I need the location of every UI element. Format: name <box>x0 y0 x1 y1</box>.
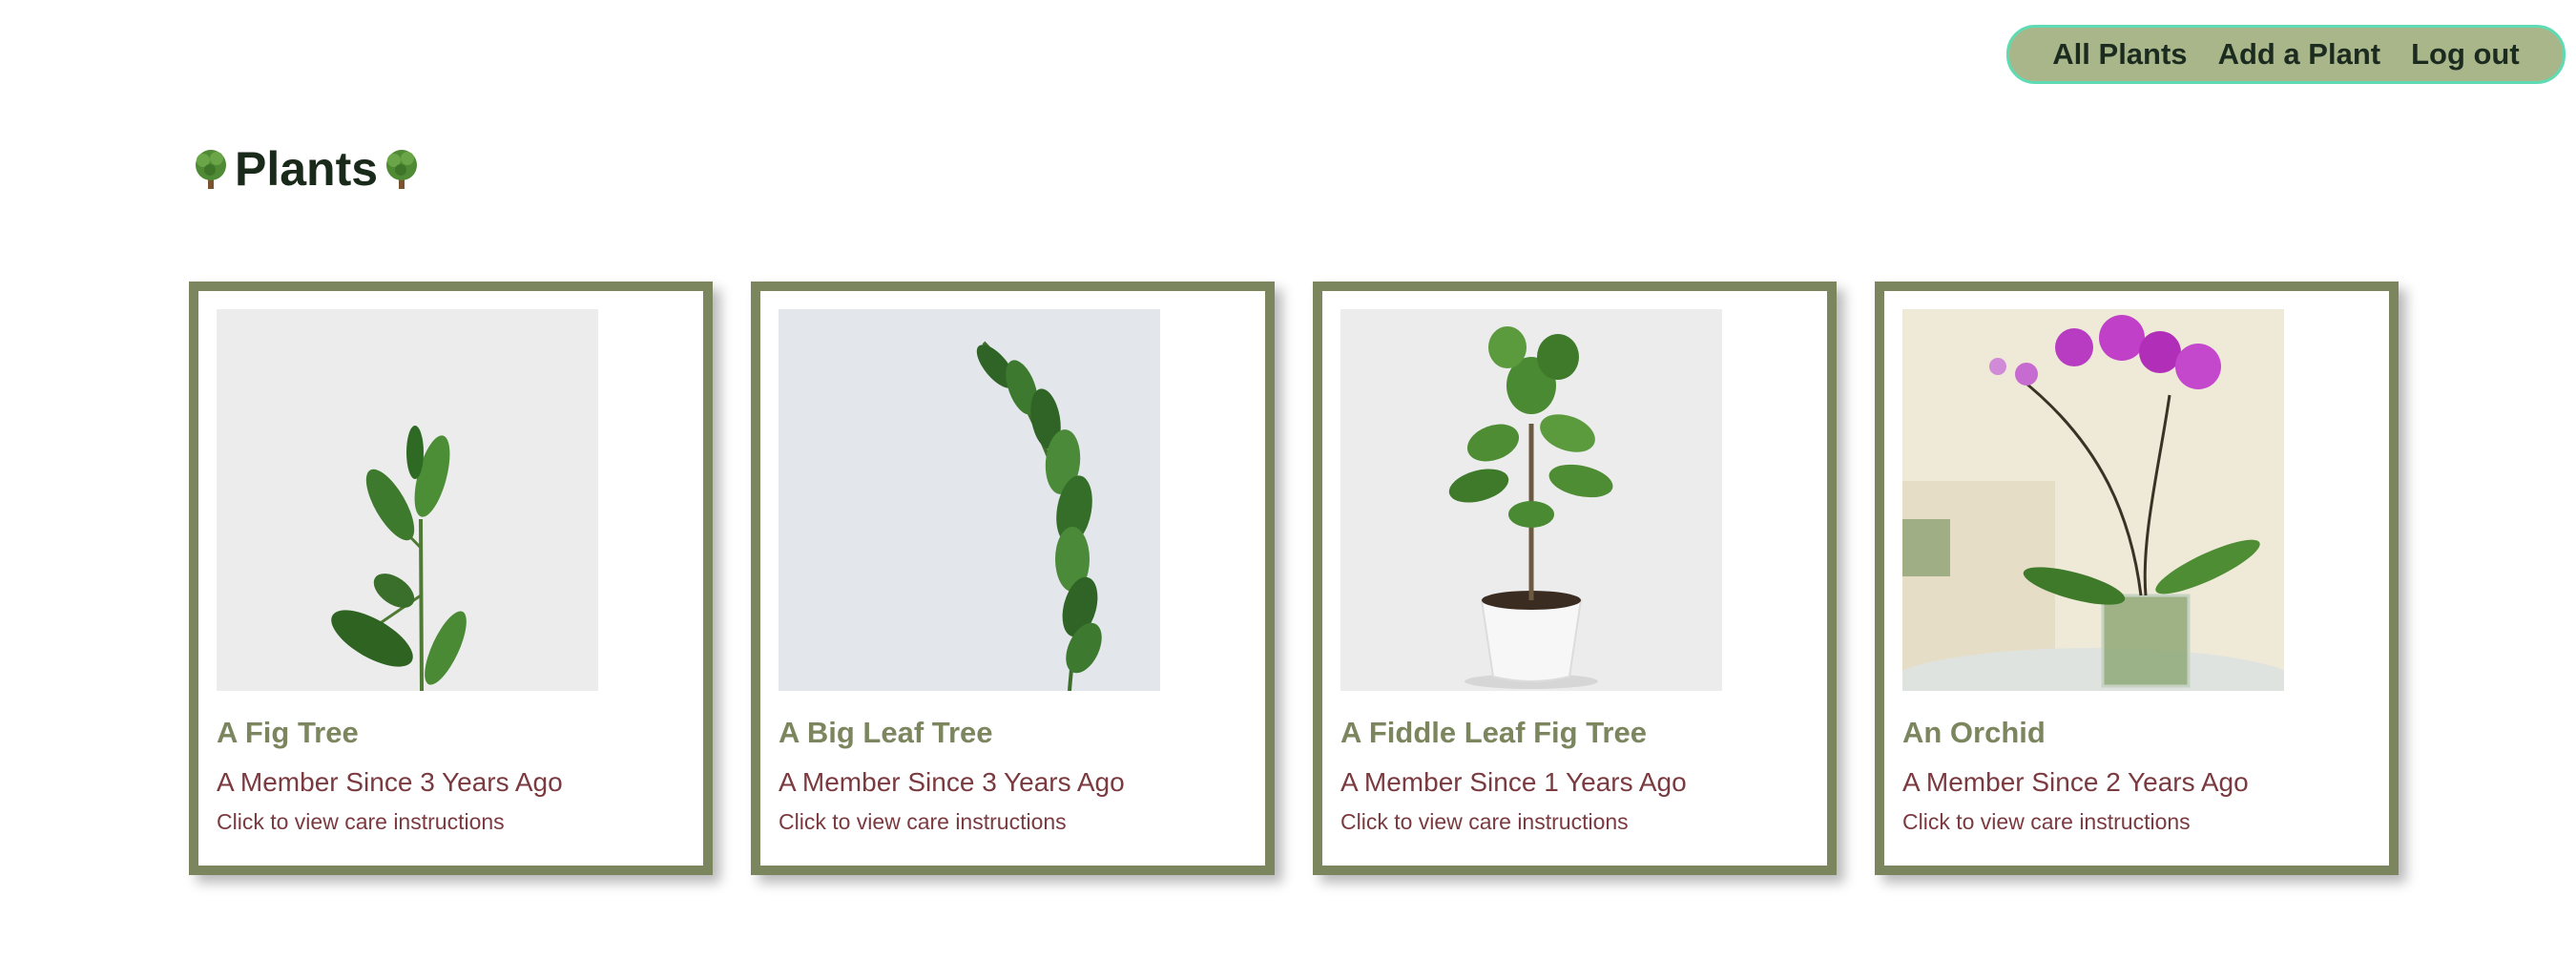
care-instructions-link[interactable]: Click to view care instructions <box>1902 809 2371 835</box>
tree-icon <box>196 150 226 189</box>
member-since-text: A Member Since 1 Years Ago <box>1340 767 1687 797</box>
plant-name[interactable]: A Big Leaf Tree <box>779 716 1247 750</box>
plant-card[interactable]: A Big Leaf Tree A Member Since 3 Years A… <box>751 282 1275 875</box>
nav-add-plant-link[interactable]: Add a Plant <box>2218 37 2381 72</box>
orchid-photo <box>1902 309 2284 691</box>
page-title: Plants <box>189 141 424 197</box>
plant-name[interactable]: A Fiddle Leaf Fig Tree <box>1340 716 1809 750</box>
tree-icon <box>386 150 418 189</box>
care-instructions-link[interactable]: Click to view care instructions <box>1340 809 1809 835</box>
big-leaf-tree-photo <box>779 309 1160 691</box>
nav-all-plants-link[interactable]: All Plants <box>2052 37 2187 72</box>
care-instructions-link[interactable]: Click to view care instructions <box>217 809 685 835</box>
nav-log-out-link[interactable]: Log out <box>2411 37 2520 72</box>
plant-card[interactable]: A Fig Tree A Member Since 3 Years Ago Cl… <box>189 282 713 875</box>
page-title-text: Plants <box>235 142 379 196</box>
top-nav: All Plants Add a Plant Log out <box>2006 25 2566 84</box>
plant-card-grid: A Fig Tree A Member Since 3 Years Ago Cl… <box>189 282 2399 875</box>
care-instructions-link[interactable]: Click to view care instructions <box>779 809 1247 835</box>
plant-name[interactable]: A Fig Tree <box>217 716 685 750</box>
plant-card[interactable]: A Fiddle Leaf Fig Tree A Member Since 1 … <box>1313 282 1837 875</box>
fiddle-leaf-fig-photo <box>1340 309 1722 691</box>
member-since-text: A Member Since 2 Years Ago <box>1902 767 2249 797</box>
member-since-text: A Member Since 3 Years Ago <box>217 767 563 797</box>
fig-tree-photo <box>217 309 598 691</box>
plant-name[interactable]: An Orchid <box>1902 716 2371 750</box>
member-since-text: A Member Since 3 Years Ago <box>779 767 1125 797</box>
plant-card[interactable]: An Orchid A Member Since 2 Years Ago Cli… <box>1875 282 2399 875</box>
